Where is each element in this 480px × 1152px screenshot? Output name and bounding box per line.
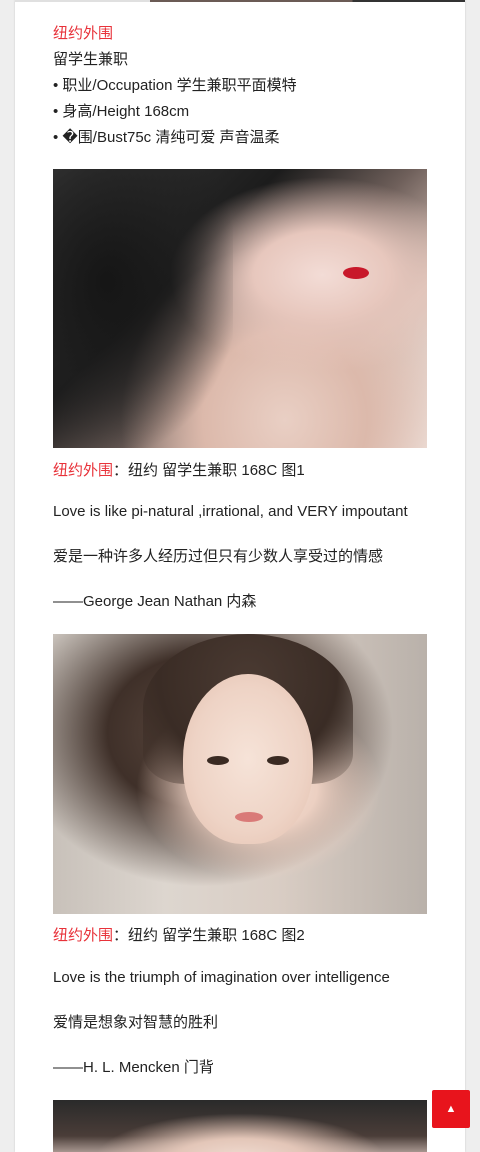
intro-line-occupation: • 职业/Occupation 学生兼职平面模特 [53, 77, 297, 94]
caption-1-text: ：纽约 留学生兼职 168C 图1 [113, 462, 305, 479]
intro-line-bust: • �围/Bust75c 清纯可爱 声音温柔 [53, 129, 280, 146]
quote-1-author: ——George Jean Nathan 内森 [53, 593, 257, 610]
quote-2-english: Love is the triumph of imagination over … [53, 969, 390, 986]
caption-2-text: ：纽约 留学生兼职 168C 图2 [113, 927, 305, 944]
scroll-to-top-button[interactable]: ▲ [432, 1090, 470, 1128]
caption-1-tag-link[interactable]: 纽约外围 [53, 462, 113, 479]
quote-2-chinese: 爱情是想象对智慧的胜利 [53, 1014, 219, 1031]
photo-2-lips [235, 812, 263, 822]
photo-1-hair-shape [53, 169, 233, 448]
chevron-up-icon: ▲ [445, 1103, 457, 1115]
photo-1 [53, 169, 427, 448]
photo-3-partial [53, 1100, 427, 1152]
intro-line-height: • 身高/Height 168cm [53, 103, 190, 120]
caption-2: 纽约外围：纽约 留学生兼职 168C 图2 [53, 927, 305, 945]
caption-1: 纽约外围：纽约 留学生兼职 168C 图1 [53, 462, 305, 480]
photo-2-left-eye [207, 756, 229, 765]
quote-1-chinese: 爱是一种许多人经历过但只有少数人享受过的情感 [53, 548, 384, 565]
quote-1-english: Love is like pi-natural ,irrational, and… [53, 503, 408, 520]
photo-2-right-eye [267, 756, 289, 765]
intro-tag-link[interactable]: 纽约外围 [53, 25, 113, 43]
article-card: 纽约外围 留学生兼职 • 职业/Occupation 学生兼职平面模特 • 身高… [15, 0, 465, 1152]
photo-1-lips [343, 267, 369, 279]
top-image-edge [15, 0, 465, 2]
intro-line-1: 留学生兼职 [53, 51, 129, 68]
photo-2 [53, 634, 427, 914]
quote-2-author: ——H. L. Mencken 门背 [53, 1059, 214, 1076]
caption-2-tag-link[interactable]: 纽约外围 [53, 927, 113, 944]
